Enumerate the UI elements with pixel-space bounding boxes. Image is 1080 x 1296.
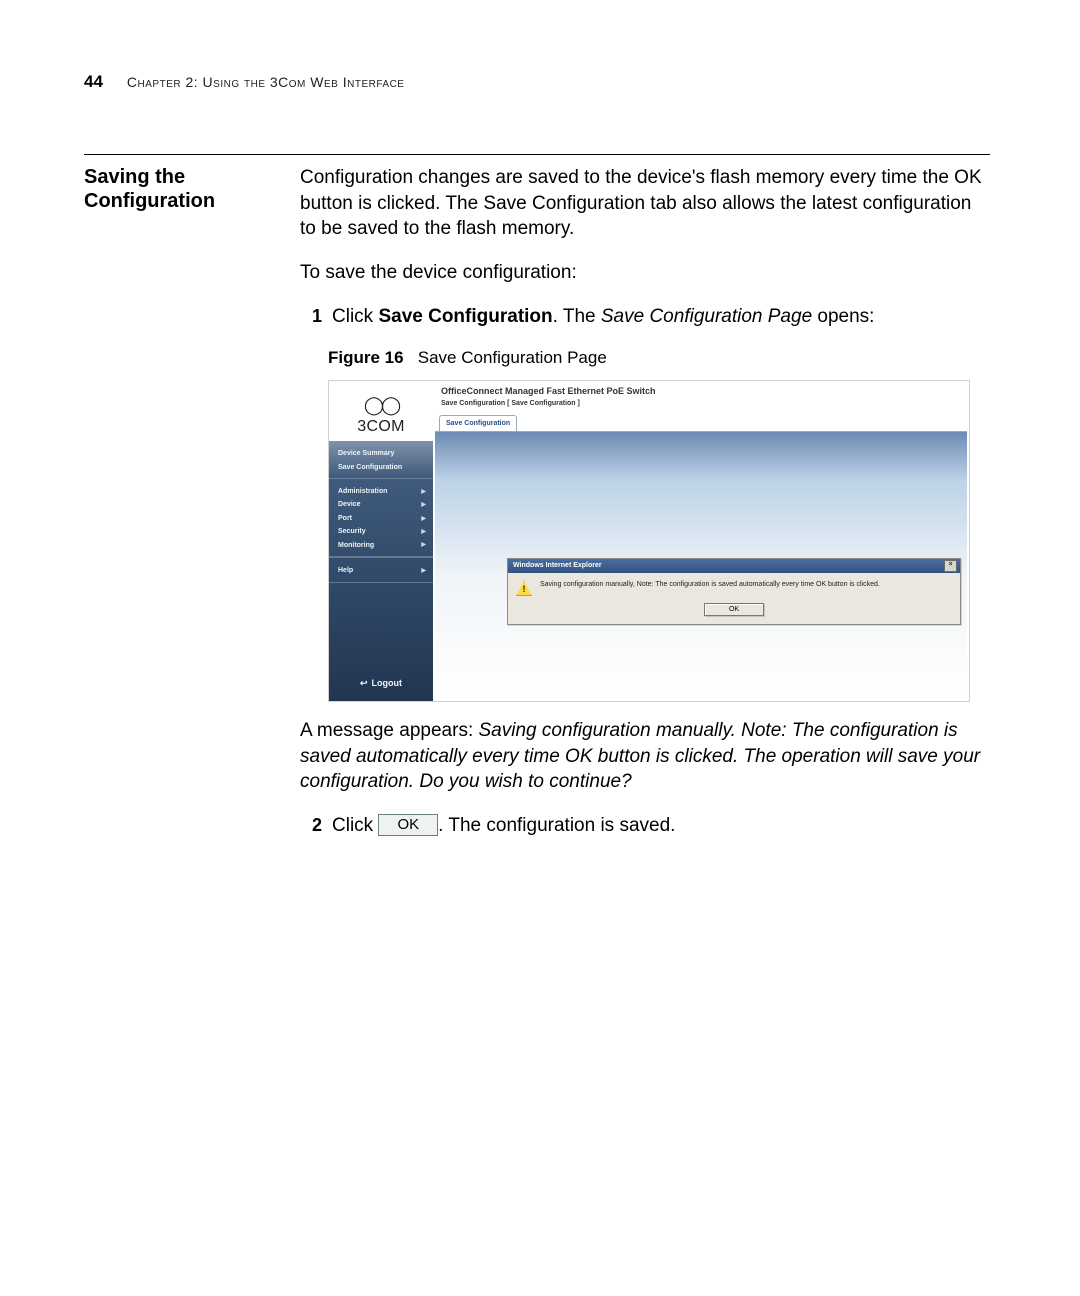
content-body: Windows Internet Explorer × Saving confi… [435,431,967,699]
running-header: 44 Chapter 2: Using the 3Com Web Interfa… [84,72,990,92]
step-number: 1 [300,304,328,330]
sidebar-group-main: Administration▶ Device▶ Port▶ Security▶ [329,478,433,557]
dialog-body: Saving configuration manually, Note: The… [508,573,960,600]
sidebar-item-save-configuration[interactable]: Save Configuration [338,461,426,474]
section-rule [84,154,990,155]
sidebar-item-port[interactable]: Port▶ [338,512,426,525]
section-heading-line1: Saving the [84,166,185,188]
section-heading-line2: Configuration [84,190,215,212]
step-1: 1 Click Save Configuration. The Save Con… [300,304,990,330]
chevron-right-icon: ▶ [421,501,426,509]
step-1-text: Click Save Configuration. The Save Confi… [332,304,990,330]
dialog-message: Saving configuration manually, Note: The… [540,581,880,589]
dialog-window: Windows Internet Explorer × Saving confi… [507,558,961,625]
logout-icon: ↩ [360,677,368,689]
afterfig-lead: A message appears: [300,720,479,741]
breadcrumb: Save Configuration [ Save Configuration … [433,399,969,412]
dialog-titlebar: Windows Internet Explorer × [508,559,960,573]
step-1-page-ref: Save Configuration Page [601,306,812,327]
brand-3com: ◯◯ 3COM [329,381,433,441]
after-figure-text: A message appears: Saving configuration … [300,718,990,795]
dialog-title-text: Windows Internet Explorer [513,561,602,570]
content-header-title: OfficeConnect Managed Fast Ethernet PoE … [433,381,969,399]
dialog-buttons: OK [508,600,960,624]
chevron-right-icon: ▶ [421,541,426,549]
step-number: 2 [300,813,328,839]
sidebar-item-administration[interactable]: Administration▶ [338,485,426,498]
steps-list-2: 2 Click OK. The configuration is saved. [300,813,990,839]
sidebar-item-device[interactable]: Device▶ [338,498,426,511]
section-body: Configuration changes are saved to the d… [300,165,990,857]
sidebar-item-security[interactable]: Security▶ [338,525,426,538]
steps-list: 1 Click Save Configuration. The Save Con… [300,304,990,330]
tab-save-configuration[interactable]: Save Configuration [439,415,517,430]
brand-rings-icon: ◯◯ [364,396,398,414]
step-1-action: Save Configuration [378,306,552,327]
warning-icon [516,581,532,596]
sidebar-item-help[interactable]: Help▶ [338,564,426,577]
sidebar-group-help: Help▶ [329,557,433,582]
sidebar-item-monitoring[interactable]: Monitoring▶ [338,539,426,552]
figure-caption: Figure 16 Save Configuration Page [328,347,990,370]
figure-label-strong: Figure 16 [328,348,404,367]
sidebar-group-top: Device Summary Save Configuration [329,441,433,478]
main-content: OfficeConnect Managed Fast Ethernet PoE … [433,381,969,701]
document-page: 44 Chapter 2: Using the 3Com Web Interfa… [0,0,1080,1296]
section-row: Saving the Configuration Configuration c… [84,165,990,857]
intro-paragraph: Configuration changes are saved to the d… [300,165,990,242]
subintro-paragraph: To save the device configuration: [300,260,990,286]
sidebar: ◯◯ 3COM Device Summary Save Configuratio… [329,381,433,701]
chevron-right-icon: ▶ [421,528,426,536]
brand-logo: ◯◯ 3COM [357,396,404,438]
figure-screenshot: ◯◯ 3COM Device Summary Save Configuratio… [328,380,970,702]
logout-button[interactable]: ↩ Logout [329,667,433,701]
chevron-right-icon: ▶ [421,515,426,523]
tab-row: Save Configuration [433,413,969,431]
step-2: 2 Click OK. The configuration is saved. [300,813,990,839]
sidebar-item-device-summary[interactable]: Device Summary [338,447,426,460]
inline-ok-button: OK [378,814,438,836]
step-2-text: Click OK. The configuration is saved. [332,813,990,839]
chevron-right-icon: ▶ [421,567,426,575]
section-heading: Saving the Configuration [84,165,284,857]
chevron-right-icon: ▶ [421,488,426,496]
chapter-title: Chapter 2: Using the 3Com Web Interface [127,74,405,90]
logout-label: Logout [372,677,403,689]
close-icon[interactable]: × [944,560,957,572]
figure-label-text: Save Configuration Page [418,348,607,367]
brand-text: 3COM [357,416,404,438]
dialog-ok-button[interactable]: OK [704,603,764,616]
page-number: 44 [84,72,103,92]
